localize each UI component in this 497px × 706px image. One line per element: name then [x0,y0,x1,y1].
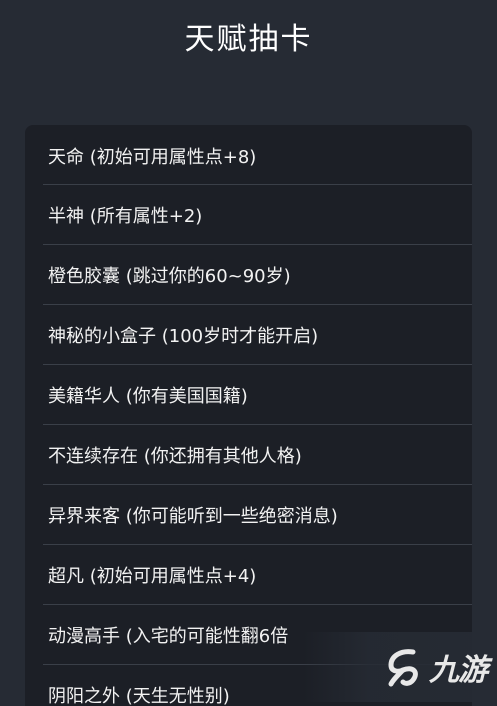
talent-item[interactable]: 异界来客 (你可能听到一些绝密消息) [25,485,472,545]
watermark-text: 九游 [429,653,488,688]
talent-item[interactable]: 美籍华人 (你有美国国籍) [25,365,472,425]
talent-item[interactable]: 超凡 (初始可用属性点+4) [25,545,472,605]
page-title: 天赋抽卡 [184,22,313,57]
talent-item[interactable]: 神秘的小盒子 (100岁时才能开启) [25,305,472,365]
talent-item[interactable]: 半神 (所有属性+2) [25,185,472,245]
watermark: 九游 [303,632,493,702]
jiuyou-logo-icon [388,649,418,687]
talent-list: 天命 (初始可用属性点+8) 半神 (所有属性+2) 橙色胶囊 (跳过你的60~… [25,125,472,706]
talent-item[interactable]: 橙色胶囊 (跳过你的60~90岁) [25,245,472,305]
talent-item[interactable]: 天命 (初始可用属性点+8) [25,125,472,185]
talent-item[interactable]: 不连续存在 (你还拥有其他人格) [25,425,472,485]
